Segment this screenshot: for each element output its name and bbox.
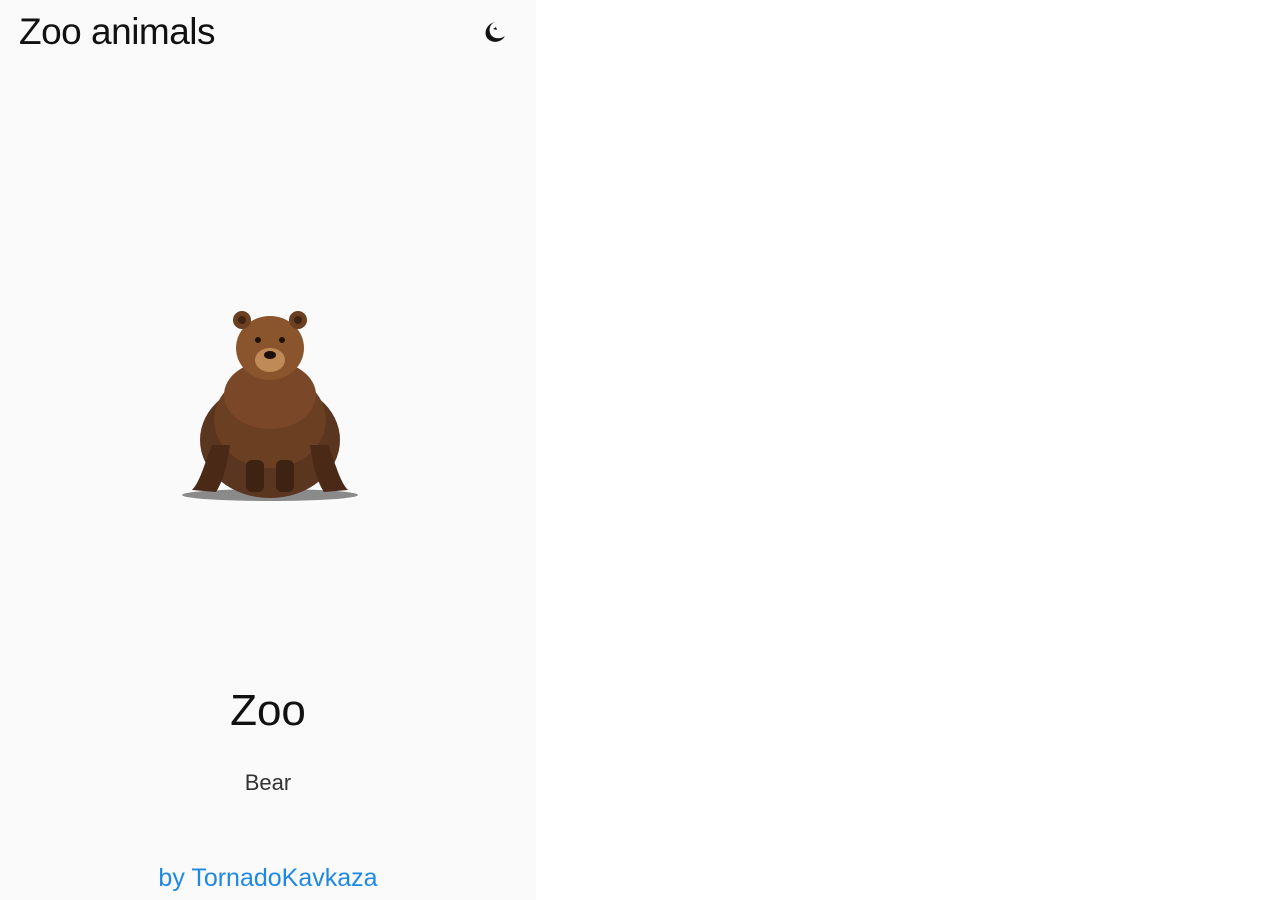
author-link[interactable]: by TornadoKavkaza bbox=[0, 864, 536, 893]
animal-name: Bear bbox=[244, 770, 292, 795]
blank-area bbox=[536, 0, 1284, 900]
section-title: Zoo bbox=[230, 686, 306, 735]
moon-icon bbox=[485, 22, 505, 42]
app-bar: Zoo animals bbox=[0, 0, 536, 66]
app-title: Zoo animals bbox=[19, 11, 216, 52]
bear-image bbox=[182, 311, 358, 501]
theme-toggle-button[interactable] bbox=[476, 14, 514, 52]
app-screen: Zoo animals Zoo Bear by TornadoKavkaza bbox=[0, 0, 536, 900]
